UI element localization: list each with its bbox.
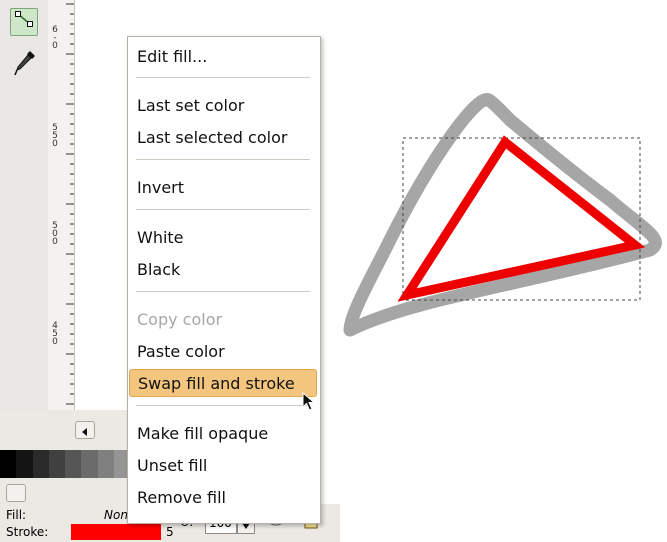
- palette-swatch[interactable]: [32, 450, 49, 478]
- stroke-label: Stroke:: [6, 525, 49, 539]
- toolbox: [0, 0, 49, 448]
- menu-item-unset-fill[interactable]: Unset fill: [129, 451, 317, 479]
- menu-item-white[interactable]: White: [129, 223, 317, 251]
- dropper-tool-button[interactable]: [12, 49, 38, 81]
- node-editor-icon: [14, 10, 34, 34]
- menu-separator: [136, 291, 310, 292]
- palette-swatch[interactable]: [48, 450, 65, 478]
- palette-swatch[interactable]: [16, 450, 33, 478]
- palette-swatch[interactable]: [65, 450, 82, 478]
- mouse-pointer-icon: [302, 391, 316, 416]
- menu-separator: [136, 159, 310, 160]
- menu-item-invert[interactable]: Invert: [129, 173, 317, 201]
- red-triangle: [397, 135, 646, 302]
- palette-swatch[interactable]: [97, 450, 114, 478]
- menu-separator: [136, 209, 310, 210]
- ruler-label: 500: [52, 221, 58, 247]
- scroll-left-button[interactable]: [75, 421, 95, 439]
- palette-swatch[interactable]: [0, 450, 17, 478]
- ruler-label: 450: [52, 321, 58, 347]
- stroke-color-swatch[interactable]: [71, 524, 161, 540]
- ruler-label: 6-0: [52, 25, 58, 51]
- menu-item-make-fill-opaque[interactable]: Make fill opaque: [129, 419, 317, 447]
- menu-item-remove-fill[interactable]: Remove fill: [129, 483, 317, 511]
- menu-item-last-selected-color[interactable]: Last selected color: [129, 123, 317, 151]
- color-palette: [0, 450, 130, 478]
- menu-separator: [136, 405, 310, 406]
- gray-freehand-stroke: [343, 92, 662, 337]
- menu-item-swap-fill-and-stroke[interactable]: Swap fill and stroke: [129, 369, 317, 397]
- menu-item-copy-color: Copy color: [137, 309, 223, 329]
- drawing-canvas[interactable]: [330, 90, 667, 354]
- ruler-label: 550: [52, 123, 58, 149]
- dropper-icon: [13, 49, 37, 81]
- arrow-left-icon: [81, 421, 89, 440]
- menu-item-paste-color[interactable]: Paste color: [129, 337, 317, 365]
- fill-label: Fill:: [6, 508, 27, 522]
- stroke-width-value: 5: [166, 525, 174, 539]
- menu-separator: [136, 77, 310, 78]
- fill-context-menu: Edit fill... Last set color Last selecte…: [127, 36, 321, 524]
- menu-item-last-set-color[interactable]: Last set color: [129, 91, 317, 119]
- palette-scroll-left-button[interactable]: [6, 484, 26, 502]
- node-editor-tool-button[interactable]: [10, 8, 38, 36]
- menu-item-edit-fill[interactable]: Edit fill...: [129, 42, 317, 70]
- palette-swatch[interactable]: [81, 450, 98, 478]
- menu-item-black[interactable]: Black: [129, 255, 317, 283]
- vertical-ruler: 6-0 550 500 450: [48, 0, 75, 410]
